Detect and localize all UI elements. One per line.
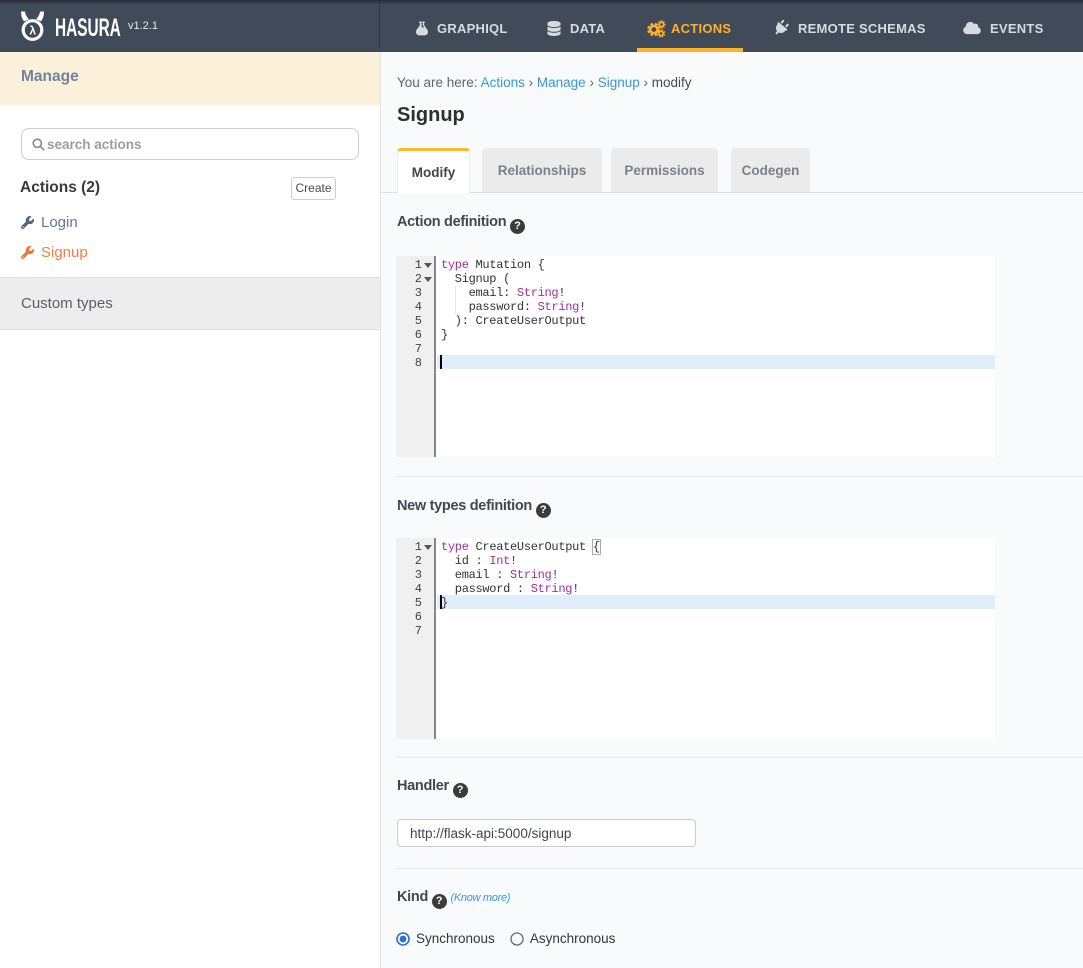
svg-text:λ: λ bbox=[29, 24, 36, 38]
